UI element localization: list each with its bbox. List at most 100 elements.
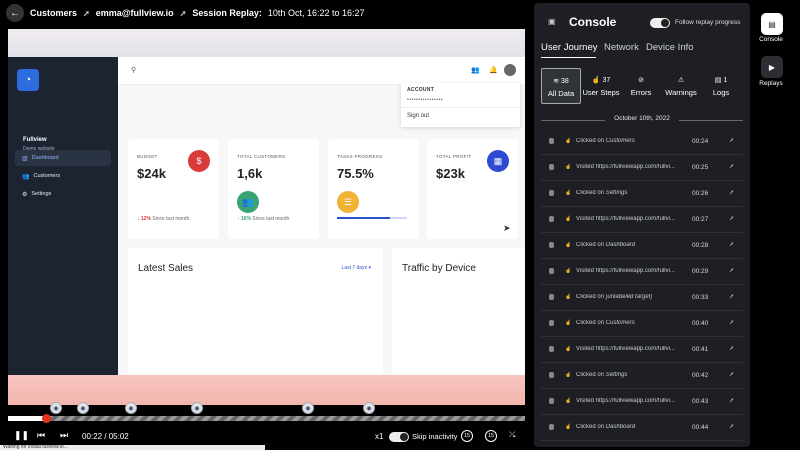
bell-icon[interactable]: 🔔	[489, 66, 498, 74]
jump-to-icon[interactable]: ➚	[729, 267, 734, 274]
pointer-icon: ☝	[565, 398, 572, 404]
avatar[interactable]	[504, 64, 516, 76]
search-icon[interactable]: ⚲	[131, 66, 136, 74]
event-text: Visited https://fullviewapp.com/fullvi..…	[576, 164, 681, 170]
filter-count: ≋ 38	[542, 77, 580, 85]
breadcrumb-user[interactable]: emma@fullview.io	[96, 8, 174, 18]
jump-to-icon[interactable]: ➚	[729, 137, 734, 144]
timeline-handle[interactable]	[41, 414, 51, 423]
sidebar-item-customers[interactable]: 👥 Customers	[15, 168, 111, 184]
sidebar-item-dashboard[interactable]: ▥ Dashboard	[15, 150, 111, 166]
event-prefix: Visited https://fullviewapp.com/fullvi..…	[576, 398, 675, 404]
pointer-icon: ☝	[565, 164, 572, 170]
filter-count: ▤ 1	[701, 76, 741, 84]
event-row[interactable]: ☝ Clicked on [unlabeled target] 00:33 ➚	[541, 285, 743, 311]
share-icon[interactable]: ⤯	[509, 430, 515, 440]
pause-icon[interactable]: ❚❚	[14, 430, 29, 441]
gear-icon: ⚙	[22, 191, 28, 198]
filter-errors[interactable]: ⊘ Errors	[621, 68, 661, 104]
people-icon: 👥	[22, 173, 30, 180]
event-row[interactable]: ☝ Visited https://fullviewapp.com/fullvi.…	[541, 389, 743, 415]
event-text: Clicked on Settings	[576, 372, 681, 378]
event-row[interactable]: ☝ Clicked on Settings 00:26 ➚	[541, 181, 743, 207]
jump-to-icon[interactable]: ➚	[729, 371, 734, 378]
replay-backdrop	[8, 29, 525, 57]
jump-to-icon[interactable]: ➚	[729, 189, 734, 196]
event-text: Clicked on Settings	[576, 190, 681, 196]
event-target: Customers	[605, 138, 635, 144]
event-time: 00:33	[692, 294, 709, 301]
event-prefix: Clicked on	[576, 320, 606, 326]
card-value: $23k	[436, 166, 465, 181]
sign-out-link[interactable]: Sign out	[407, 113, 429, 119]
jump-to-icon[interactable]: ➚	[729, 423, 734, 430]
event-row[interactable]: ☝ Visited https://fullviewapp.com/fullvi.…	[541, 337, 743, 363]
skip-inactivity-toggle[interactable]	[389, 432, 409, 442]
jump-to-icon[interactable]: ➚	[729, 319, 734, 326]
event-row[interactable]: ☝ Clicked on Settings 00:42 ➚	[541, 363, 743, 389]
sidebar-item-settings[interactable]: ⚙ Settings	[15, 186, 111, 202]
follow-replay-toggle[interactable]	[650, 18, 670, 28]
account-password: ••••••••••••••••	[407, 97, 444, 103]
filter-warnings[interactable]: ⚠ Warnings	[661, 68, 701, 104]
event-type-icon	[549, 268, 554, 274]
card-value: 75.5%	[337, 166, 374, 181]
jump-to-icon[interactable]: ➚	[729, 345, 734, 352]
event-marker[interactable]: ◉	[191, 402, 203, 414]
event-row[interactable]: ☝ Visited https://fullviewapp.com/fullvi.…	[541, 207, 743, 233]
current-time: 00:22	[82, 432, 103, 441]
date-filter-dropdown[interactable]: Last 7 days ▾	[342, 265, 371, 271]
app-name: Fullview	[23, 137, 47, 143]
event-row[interactable]: ☝ Clicked on Dashboard 00:44 ➚	[541, 415, 743, 441]
app-logo: ◔	[17, 69, 39, 91]
event-type-icon	[549, 372, 554, 378]
speed-button[interactable]: x1	[375, 432, 383, 441]
event-row[interactable]: ☝ Clicked on Dashboard 00:28 ➚	[541, 233, 743, 259]
event-marker[interactable]: ◉	[50, 402, 62, 414]
tab-device-info[interactable]: Device Info	[646, 42, 694, 53]
tab-user-journey[interactable]: User Journey	[541, 42, 598, 53]
jump-to-icon[interactable]: ➚	[729, 241, 734, 248]
event-prefix: Clicked on	[576, 138, 606, 144]
back-button[interactable]: ←	[6, 4, 24, 22]
event-row[interactable]: ☝ Clicked on Customers 00:40 ➚	[541, 311, 743, 337]
breadcrumb-customers[interactable]: Customers	[30, 8, 77, 18]
event-row[interactable]: ☝ Visited https://fullviewapp.com/fullvi.…	[541, 259, 743, 285]
tab-network[interactable]: Network	[604, 42, 639, 53]
rewind-15-button[interactable]: 15	[461, 430, 473, 442]
jump-to-icon[interactable]: ➚	[729, 397, 734, 404]
event-row[interactable]: ☝ Clicked on Customers 00:24 ➚	[541, 129, 743, 155]
event-marker[interactable]: ◉	[363, 402, 375, 414]
event-marker[interactable]: ◉	[302, 402, 314, 414]
event-text: Clicked on Dashboard	[576, 242, 681, 248]
replays-rail-button[interactable]: ▶	[761, 56, 783, 78]
event-type-icon	[549, 138, 554, 144]
date-separator: October 10th, 2022	[541, 115, 743, 125]
filter-count: ☝ 37	[581, 76, 621, 84]
card-title: TOTAL CUSTOMERS	[237, 154, 286, 159]
customers-card: TOTAL CUSTOMERS 1,6k 👥 ↑ 16% Since last …	[228, 139, 319, 239]
filter-user-steps[interactable]: ☝ 37 User Steps	[581, 68, 621, 104]
jump-to-icon[interactable]: ➚	[729, 293, 734, 300]
filter-logs[interactable]: ▤ 1 Logs	[701, 68, 741, 104]
cursor-icon: ➤	[503, 223, 511, 233]
session-label: Session Replay:	[192, 8, 262, 18]
event-text: Clicked on Customers	[576, 320, 681, 326]
skip-previous-icon[interactable]: ⏮	[37, 430, 45, 441]
people-icon[interactable]: 👥	[471, 66, 480, 74]
event-marker[interactable]: ◉	[125, 402, 137, 414]
event-type-icon	[549, 424, 554, 430]
forward-15-button[interactable]: 15	[485, 430, 497, 442]
console-rail-button[interactable]: ▤	[761, 13, 783, 35]
event-time: 00:25	[692, 164, 709, 171]
skip-next-icon[interactable]: ⏭	[60, 430, 68, 441]
event-text: Clicked on Dashboard	[576, 424, 681, 430]
jump-to-icon[interactable]: ➚	[729, 163, 734, 170]
event-marker[interactable]: ◉	[77, 402, 89, 414]
filter-all-data[interactable]: ≋ 38 All Data	[541, 68, 581, 104]
event-prefix: Clicked on	[576, 190, 606, 196]
event-row[interactable]: ☝ Visited https://fullviewapp.com/fullvi.…	[541, 155, 743, 181]
replay-timeline[interactable]	[8, 414, 525, 423]
event-time: 00:43	[692, 398, 709, 405]
jump-to-icon[interactable]: ➚	[729, 215, 734, 222]
